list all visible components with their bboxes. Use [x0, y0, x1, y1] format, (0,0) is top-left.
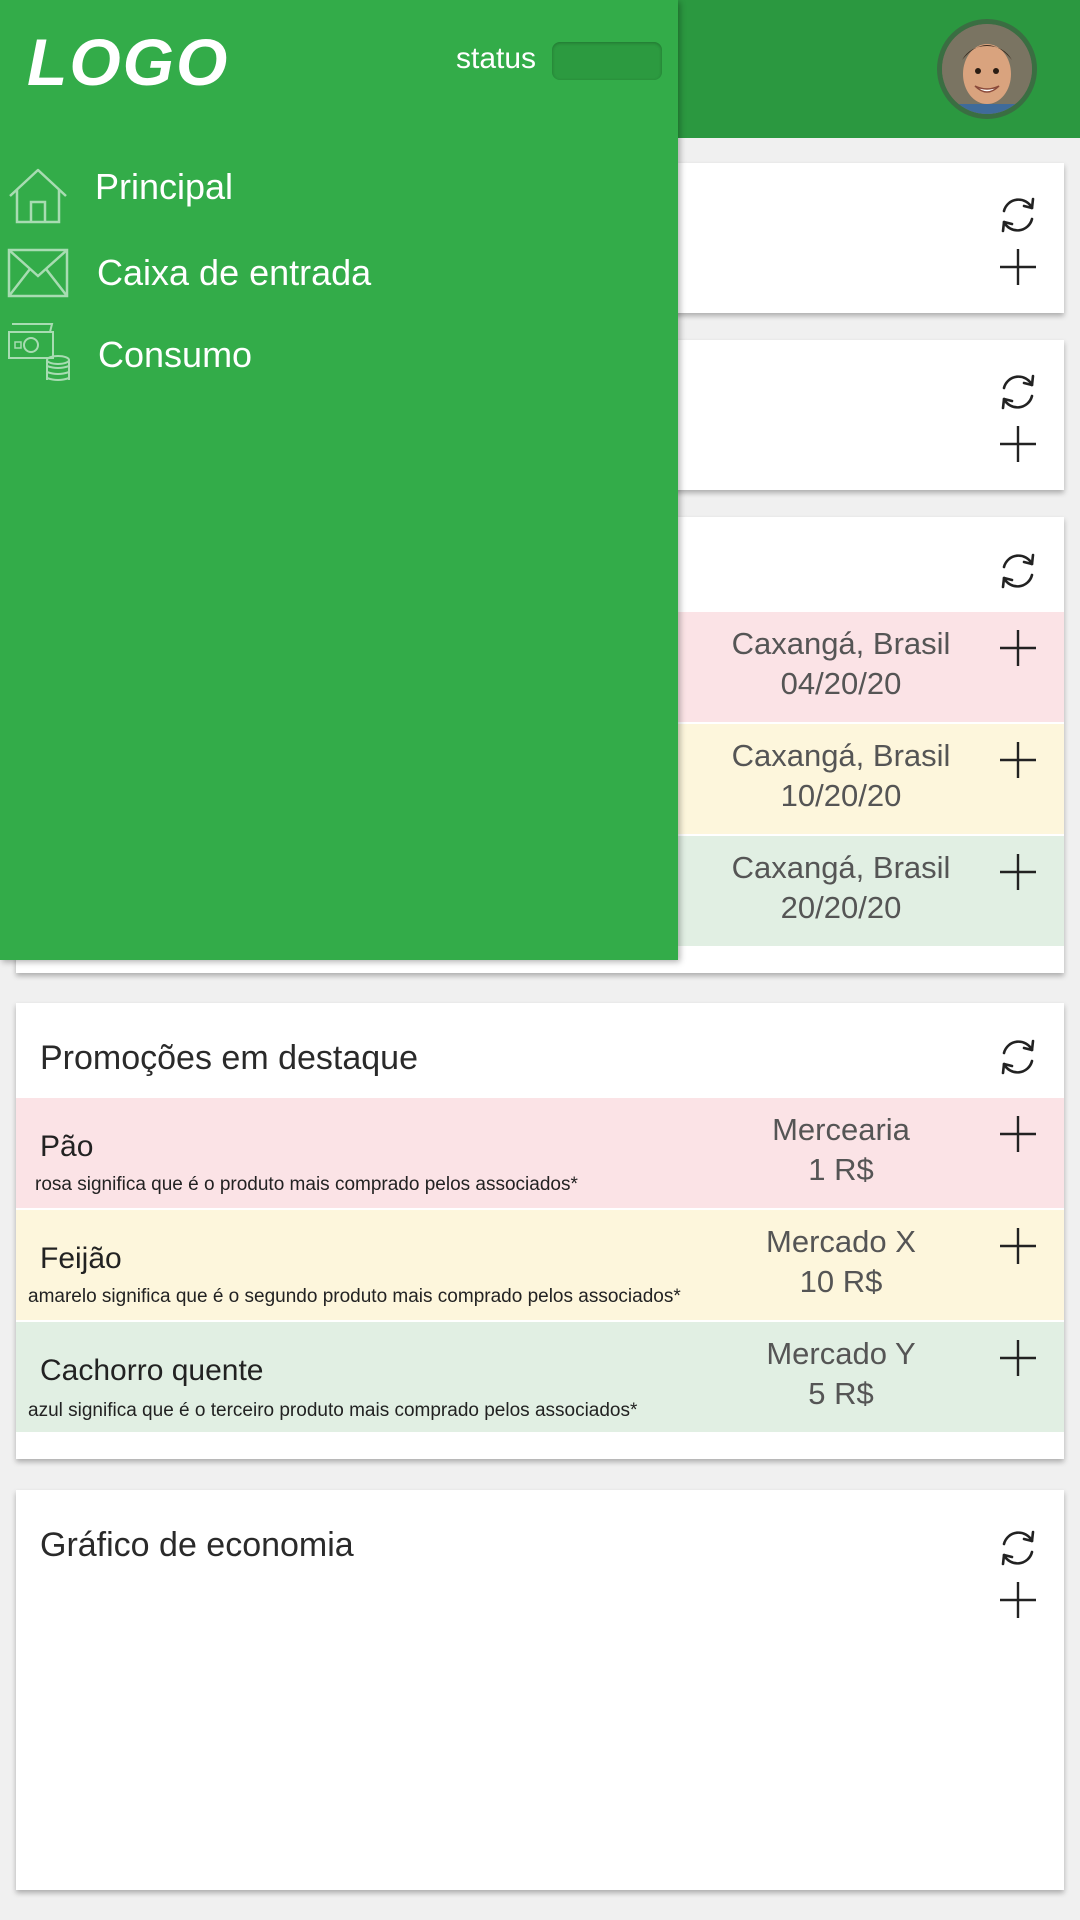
plus-icon[interactable] [994, 420, 1042, 468]
nav-label: Principal [95, 166, 234, 207]
visit-date: 10/20/20 [780, 778, 902, 813]
product-store: Mercado X [766, 1224, 916, 1259]
product-name: Pão [40, 1130, 94, 1163]
app-logo: LOGO [27, 25, 230, 99]
status-indicator [552, 42, 662, 80]
product-meta: Mercado X 10 R$ [711, 1222, 971, 1302]
product-price: 5 R$ [808, 1376, 874, 1411]
user-avatar[interactable] [937, 19, 1037, 119]
card-title: Promoções em destaque [40, 1039, 418, 1077]
plus-icon[interactable] [994, 1110, 1042, 1158]
refresh-icon[interactable] [994, 191, 1042, 239]
refresh-icon[interactable] [994, 547, 1042, 595]
product-price: 1 R$ [808, 1152, 874, 1187]
promotion-row[interactable]: Feijão amarelo significa que é o segundo… [16, 1210, 1064, 1320]
refresh-icon[interactable] [994, 368, 1042, 416]
plus-icon[interactable] [994, 1222, 1042, 1270]
visit-date: 04/20/20 [780, 666, 902, 701]
nav-label: Caixa de entrada [97, 252, 372, 293]
card-savings-chart: Gráfico de economia [16, 1490, 1064, 1890]
plus-icon[interactable] [994, 1576, 1042, 1624]
visit-place: Caxangá, Brasil [731, 626, 951, 661]
card-promotions: Promoções em destaque Pão rosa significa… [16, 1003, 1064, 1459]
nav-item-caixa-de-entrada[interactable]: Caixa de entrada [0, 246, 678, 326]
plus-icon[interactable] [994, 624, 1042, 672]
product-price: 10 R$ [799, 1264, 883, 1299]
product-store: Mercado Y [766, 1336, 916, 1371]
plus-icon[interactable] [994, 243, 1042, 291]
product-store: Mercearia [772, 1112, 910, 1147]
refresh-icon[interactable] [994, 1524, 1042, 1572]
visit-meta: Caxangá, Brasil 20/20/20 [711, 848, 971, 928]
mail-icon [7, 248, 69, 298]
product-note: azul significa que é o terceiro produto … [28, 1400, 638, 1421]
plus-icon[interactable] [994, 736, 1042, 784]
status-label: status [456, 42, 537, 75]
visit-place: Caxangá, Brasil [731, 738, 951, 773]
nav-item-consumo[interactable]: Consumo [0, 322, 678, 402]
card-title: Gráfico de economia [40, 1526, 354, 1564]
navigation-drawer: LOGO status Principal Caixa de entrada C… [0, 0, 678, 960]
promotion-row[interactable]: Pão rosa significa que é o produto mais … [16, 1098, 1064, 1208]
nav-label: Consumo [98, 334, 253, 375]
visit-meta: Caxangá, Brasil 04/20/20 [711, 624, 971, 704]
plus-icon[interactable] [994, 848, 1042, 896]
refresh-icon[interactable] [994, 1033, 1042, 1081]
plus-icon[interactable] [994, 1334, 1042, 1382]
visit-place: Caxangá, Brasil [731, 850, 951, 885]
money-icon [8, 323, 70, 381]
product-note: rosa significa que é o produto mais comp… [35, 1174, 578, 1195]
visit-meta: Caxangá, Brasil 10/20/20 [711, 736, 971, 816]
product-meta: Mercado Y 5 R$ [711, 1334, 971, 1414]
nav-item-principal[interactable]: Principal [0, 162, 678, 242]
home-icon [9, 168, 67, 224]
avatar-photo [942, 24, 1032, 114]
product-note: amarelo significa que é o segundo produt… [28, 1286, 681, 1307]
product-meta: Mercearia 1 R$ [711, 1110, 971, 1190]
product-name: Feijão [40, 1242, 122, 1275]
visit-date: 20/20/20 [780, 890, 902, 925]
product-name: Cachorro quente [40, 1354, 264, 1387]
promotion-row[interactable]: Cachorro quente azul significa que é o t… [16, 1322, 1064, 1432]
